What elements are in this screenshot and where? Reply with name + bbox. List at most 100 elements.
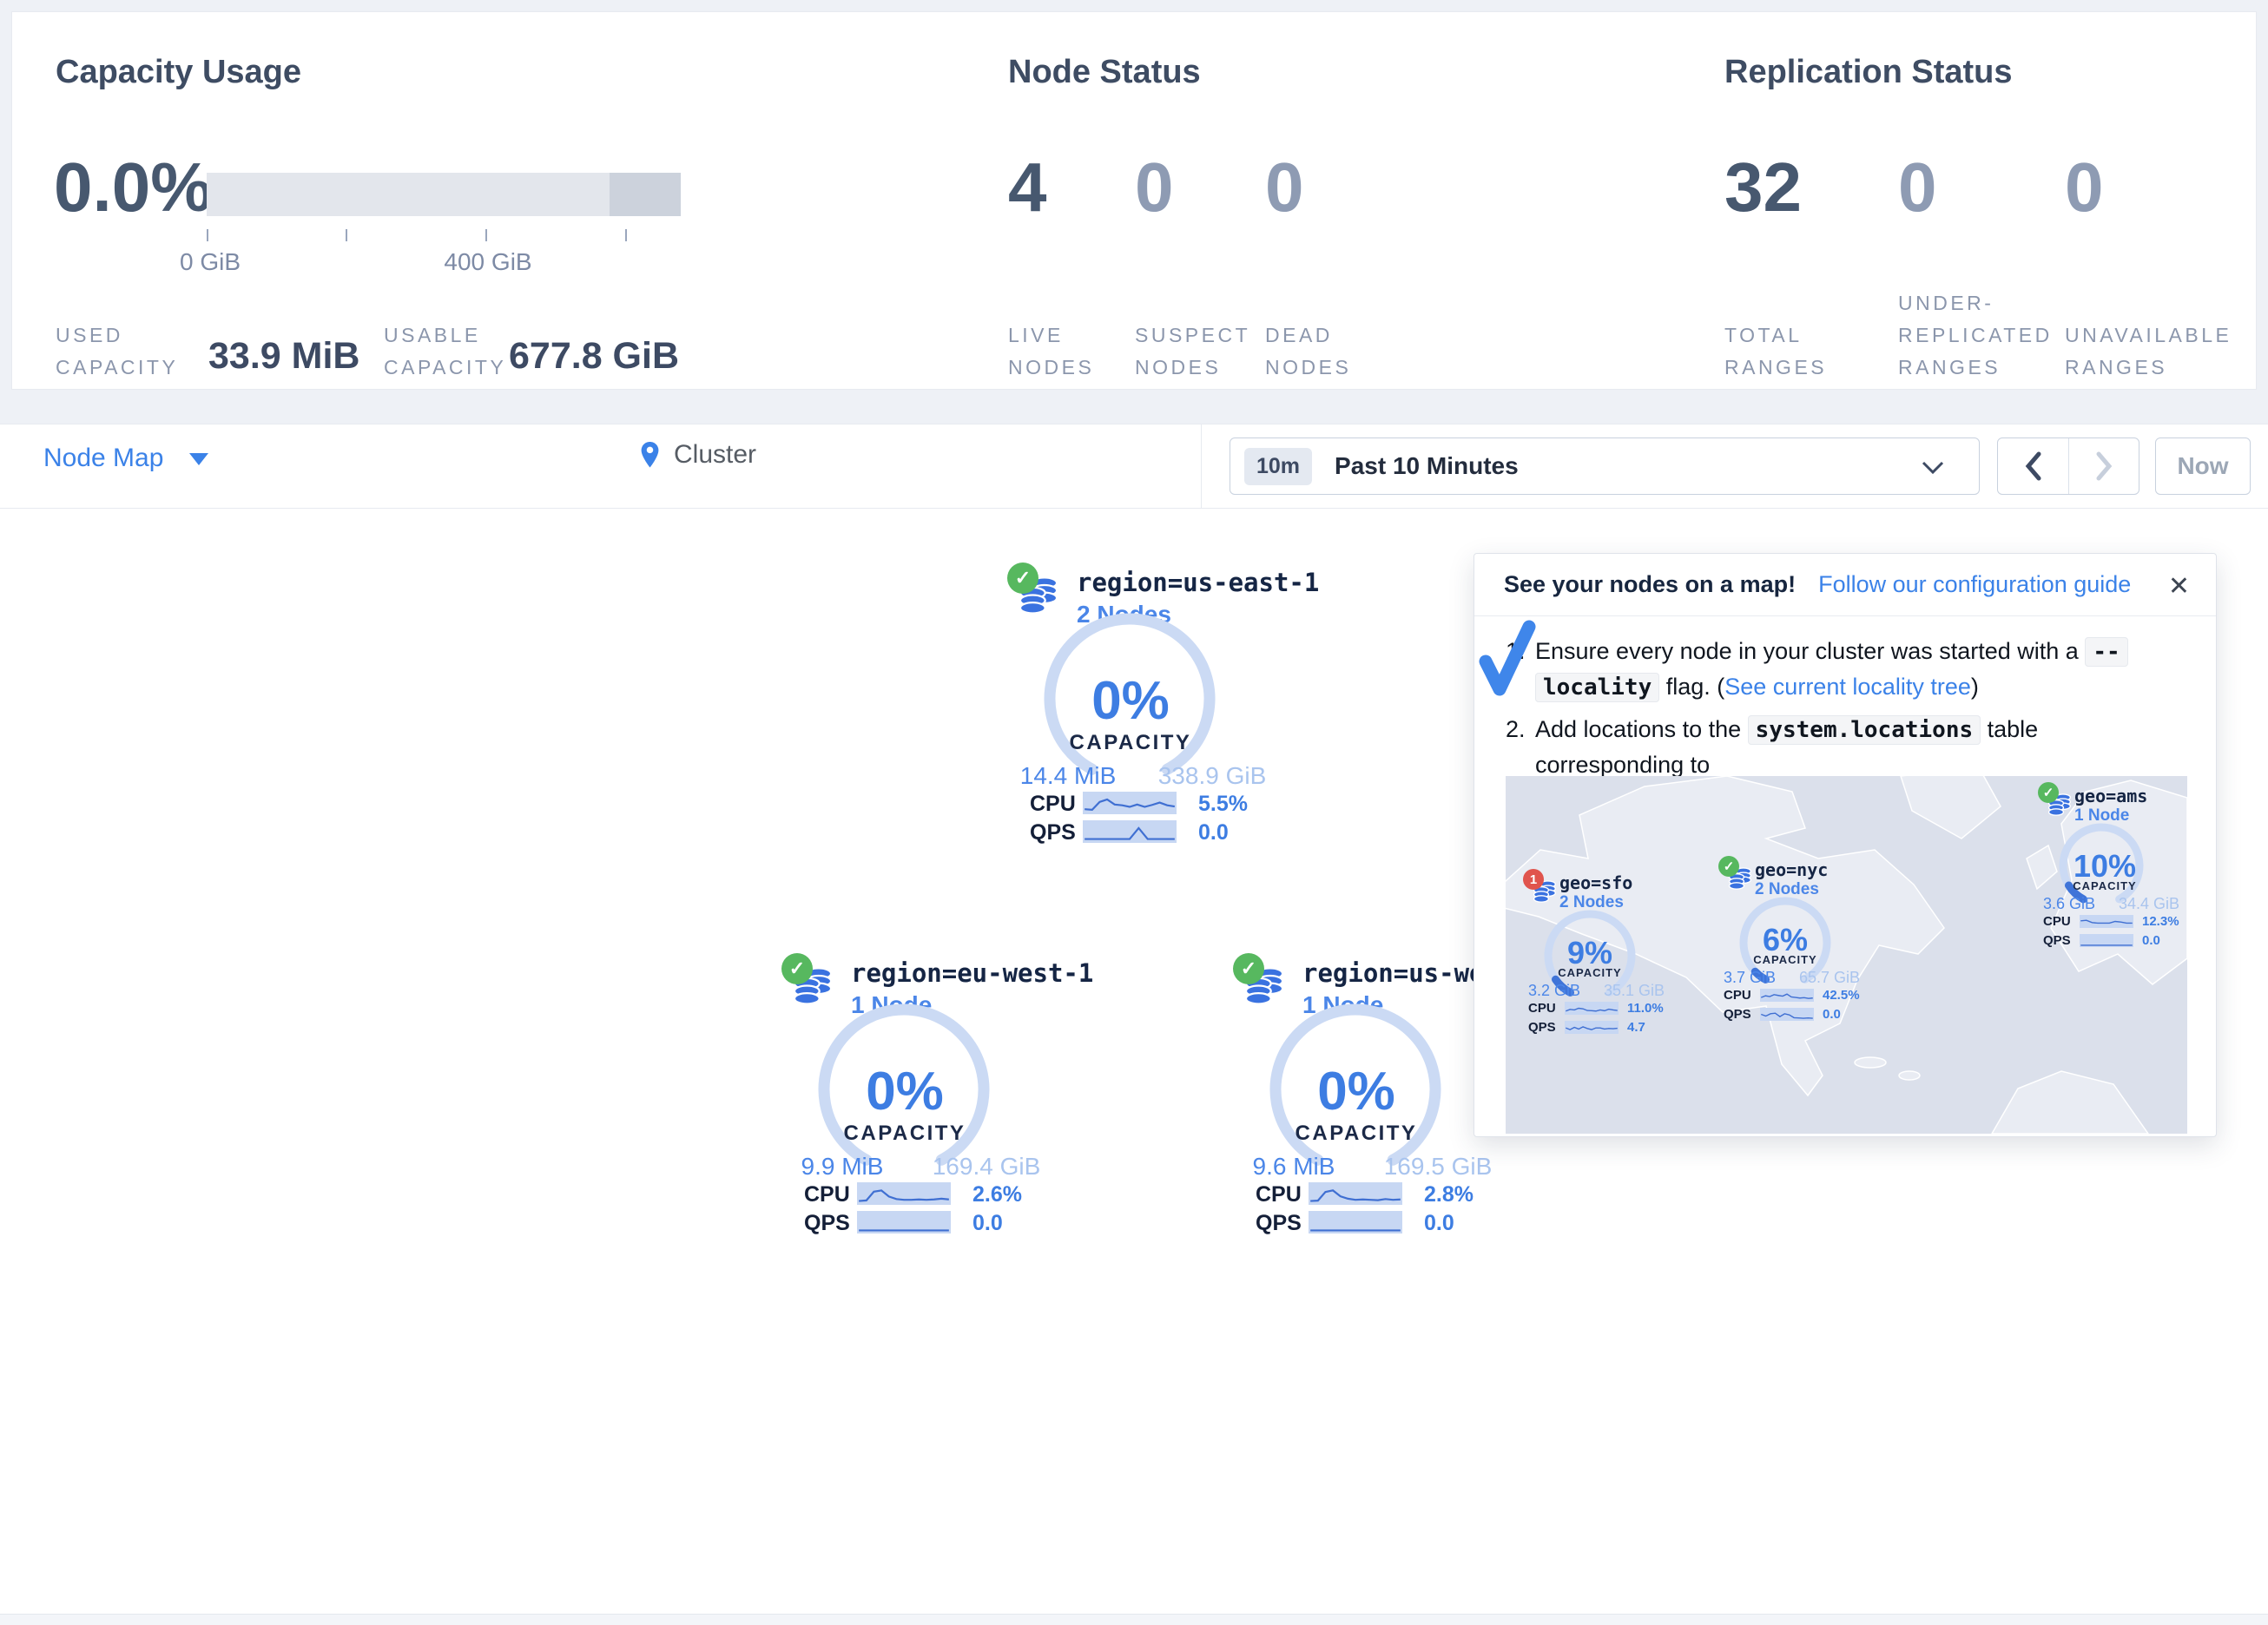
capacity-total: 35.1 GiB bbox=[1594, 982, 1674, 1000]
capacity-word: CAPACITY bbox=[1542, 966, 1638, 979]
qps-sparkline bbox=[1565, 1021, 1619, 1034]
used-capacity-label: USED CAPACITY bbox=[56, 288, 178, 384]
dead-nodes-label: DEAD NODES bbox=[1265, 288, 1351, 384]
capacity-word: CAPACITY bbox=[1044, 731, 1217, 755]
usable-capacity-label: USABLE CAPACITY bbox=[384, 288, 506, 384]
qps-value: 0.0 bbox=[1198, 820, 1229, 845]
view-selector-dropdown[interactable]: Node Map bbox=[43, 444, 208, 473]
cpu-row: CPU 2.8% bbox=[1250, 1182, 1563, 1207]
cpu-value: 2.6% bbox=[972, 1182, 1022, 1207]
time-prev-button[interactable] bbox=[1998, 438, 2068, 494]
capacity-word: CAPACITY bbox=[1269, 1122, 1443, 1146]
locality-tree-link[interactable]: See current locality tree bbox=[1724, 674, 1971, 700]
qps-sparkline bbox=[857, 1211, 951, 1234]
chevron-left-icon bbox=[2024, 451, 2043, 481]
cpu-label: CPU bbox=[1724, 988, 1751, 1003]
cpu-label: CPU bbox=[2043, 914, 2071, 929]
qps-value: 0.0 bbox=[1823, 1007, 1841, 1022]
cpu-value: 2.8% bbox=[1424, 1182, 1474, 1207]
cpu-value: 42.5% bbox=[1823, 988, 1860, 1003]
cpu-label: CPU bbox=[1030, 792, 1076, 817]
qps-sparkline bbox=[1083, 820, 1177, 843]
capacity-usage-bar bbox=[207, 173, 681, 216]
cpu-sparkline bbox=[1309, 1182, 1402, 1205]
top-stats-band: Capacity Usage 0.0% 0 GiB 400 GiB USED C… bbox=[0, 0, 2268, 424]
locality-group-eu-west-1[interactable]: ✓ region=eu-west-1 1 Node 0% CAPACITY 9.… bbox=[764, 946, 1146, 1246]
qps-row: QPS 0.0 bbox=[1025, 820, 1337, 845]
total-ranges-label: TOTAL RANGES bbox=[1724, 288, 1827, 384]
qps-label: QPS bbox=[804, 1211, 850, 1236]
time-nav-group bbox=[1997, 438, 2139, 495]
live-nodes-label: LIVE NODES bbox=[1008, 288, 1094, 384]
footer-strip bbox=[0, 1614, 2268, 1625]
qps-label: QPS bbox=[1256, 1211, 1302, 1236]
capacity-total: 65.7 GiB bbox=[1790, 969, 1869, 987]
capacity-used: 14.4 MiB bbox=[999, 762, 1137, 790]
unavailable-label: UNAVAILABLE RANGES bbox=[2065, 288, 2232, 384]
locality-group-us-east-1[interactable]: ✓ region=us-east-1 2 Nodes 0% CAPACITY 1… bbox=[990, 556, 1372, 855]
system-locations-code: system.locations bbox=[1748, 715, 1981, 745]
time-next-button[interactable] bbox=[2068, 438, 2139, 494]
qps-value: 0.0 bbox=[972, 1211, 1003, 1236]
dead-nodes-count: 0 bbox=[1265, 144, 1304, 231]
cpu-row: CPU 5.5% bbox=[1025, 792, 1337, 816]
capacity-axis-400: 400 GiB bbox=[444, 248, 531, 276]
qps-sparkline bbox=[1309, 1211, 1402, 1234]
capacity-word: CAPACITY bbox=[2057, 879, 2153, 892]
time-range-chip: 10m bbox=[1244, 448, 1312, 485]
cockroachdb-cluster-overview: { "stats": { "capacity": { "title": "Cap… bbox=[0, 0, 2268, 1625]
health-badge: ✓ bbox=[781, 953, 813, 984]
capacity-total: 169.4 GiB bbox=[917, 1153, 1056, 1181]
capacity-percent: 0% bbox=[1044, 670, 1217, 732]
cpu-sparkline bbox=[2080, 915, 2133, 928]
health-badge: ✓ bbox=[1718, 856, 1739, 877]
qps-value: 0.0 bbox=[1424, 1211, 1454, 1236]
qps-row: QPS 0.0 bbox=[799, 1211, 1111, 1235]
now-button[interactable]: Now bbox=[2155, 438, 2251, 495]
qps-row: QPS 0.0 bbox=[1250, 1211, 1563, 1235]
cpu-label: CPU bbox=[1256, 1182, 1302, 1207]
warning-badge: 1 bbox=[1523, 869, 1544, 890]
popup-header: See your nodes on a map! Follow our conf… bbox=[1474, 554, 2216, 616]
under-replicated-label: UNDER- REPLICATED RANGES bbox=[1898, 288, 2053, 384]
capacity-used: 9.6 MiB bbox=[1224, 1153, 1363, 1181]
view-selector-label: Node Map bbox=[43, 444, 163, 472]
locality-name: region=eu-west-1 bbox=[851, 958, 1093, 988]
setup-step-1: 1. Ensure every node in your cluster was… bbox=[1506, 634, 2192, 705]
capacity-used: 9.9 MiB bbox=[773, 1153, 912, 1181]
time-range-label: Past 10 Minutes bbox=[1335, 452, 1519, 480]
time-range-select[interactable]: 10m Past 10 Minutes bbox=[1230, 438, 1980, 495]
cpu-sparkline bbox=[1083, 792, 1177, 814]
locality-name: geo=ams bbox=[2074, 786, 2147, 806]
close-icon[interactable]: ✕ bbox=[2168, 571, 2190, 602]
chevron-right-icon bbox=[2094, 451, 2113, 481]
capacity-percent: 0% bbox=[818, 1061, 992, 1122]
capacity-used: 3.2 GiB bbox=[1516, 982, 1592, 1000]
health-badge: ✓ bbox=[1007, 562, 1038, 594]
capacity-word: CAPACITY bbox=[1737, 953, 1833, 966]
cpu-sparkline bbox=[1760, 989, 1814, 1002]
capacity-word: CAPACITY bbox=[818, 1122, 992, 1146]
node-status-title: Node Status bbox=[1008, 54, 1201, 91]
chevron-down-icon bbox=[189, 453, 208, 465]
health-badge: ✓ bbox=[2038, 782, 2059, 803]
cpu-value: 11.0% bbox=[1627, 1001, 1664, 1016]
capacity-axis-0: 0 GiB bbox=[180, 248, 241, 276]
capacity-percent: 0% bbox=[1269, 1061, 1443, 1122]
map-toolbar: Node Map Cluster 10m Past 10 Minutes Now bbox=[0, 424, 2268, 509]
capacity-used: 3.6 GiB bbox=[2031, 895, 2107, 913]
unavailable-count: 0 bbox=[2065, 144, 2104, 231]
used-capacity-value: 33.9 MiB bbox=[208, 335, 359, 378]
under-replicated-count: 0 bbox=[1898, 144, 1937, 231]
configuration-guide-link[interactable]: Follow our configuration guide bbox=[1818, 571, 2131, 598]
suspect-nodes-label: SUSPECT NODES bbox=[1135, 288, 1250, 384]
cpu-value: 5.5% bbox=[1198, 792, 1248, 817]
chevron-down-icon bbox=[1922, 461, 1944, 475]
health-badge: ✓ bbox=[1233, 953, 1264, 984]
breadcrumb[interactable]: Cluster bbox=[640, 440, 756, 470]
example-locality-geo-ams: ✓ geo=ams 1 Node 10% CAPACITY 3.6 GiB 34… bbox=[2031, 782, 2187, 956]
example-locality-geo-nyc: ✓ geo=nyc 2 Nodes 6% CAPACITY 3.7 GiB 65… bbox=[1711, 856, 1911, 1030]
qps-value: 0.0 bbox=[2142, 933, 2160, 948]
breadcrumb-label: Cluster bbox=[674, 440, 756, 470]
capacity-usage-percent: 0.0% bbox=[54, 144, 212, 231]
